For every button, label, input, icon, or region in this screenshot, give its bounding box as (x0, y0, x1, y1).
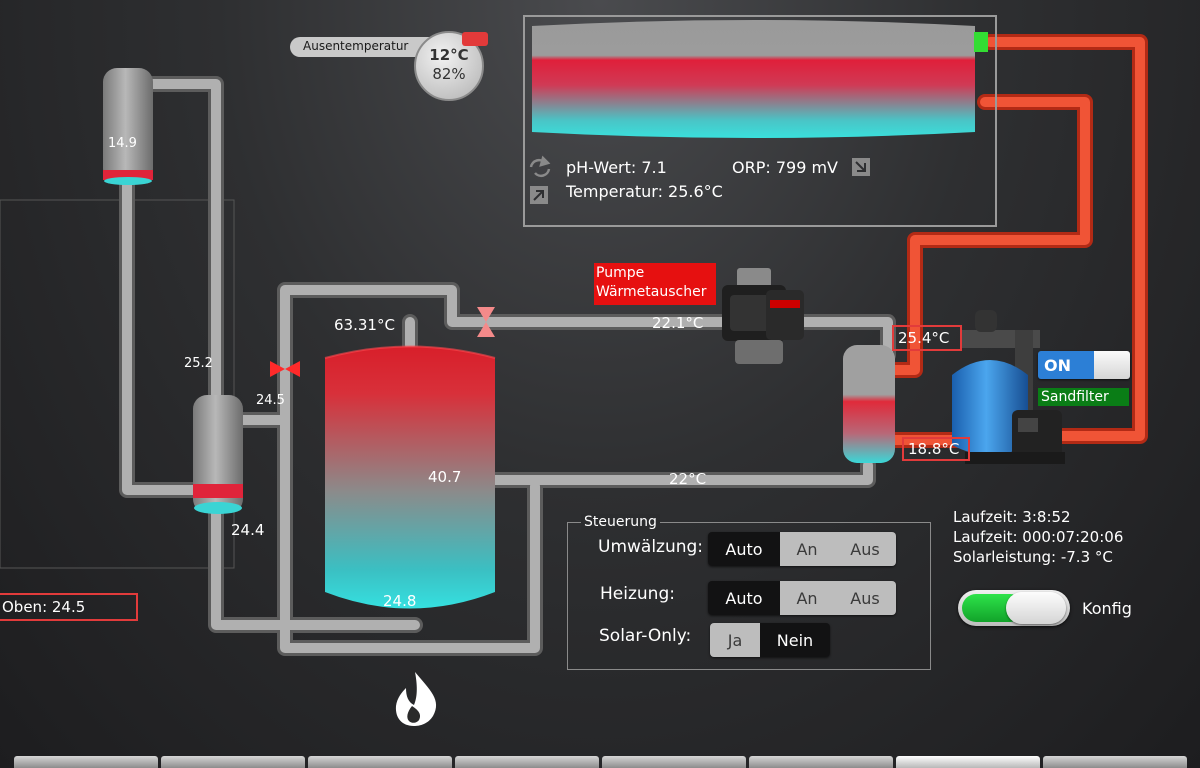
heizung-aus-button[interactable]: Aus (834, 581, 896, 615)
temp-hx-right-top: 25.4°C (892, 325, 962, 351)
tab-6[interactable] (749, 756, 893, 768)
temp-left-pipe: 25.2 (184, 356, 213, 371)
bottom-tab-bar (0, 756, 1200, 768)
heizung-label: Heizung: (600, 584, 675, 604)
sandfilter-label: Sandfilter (1038, 388, 1129, 406)
solar-power: Solarleistung: -7.3 °C (953, 548, 1113, 566)
pump-icon (722, 268, 804, 364)
temp-hx-right-bottom: 18.8°C (902, 437, 970, 461)
sandfilter-switch-knob (1094, 351, 1130, 379)
steuerung-title: Steuerung (581, 514, 660, 530)
umwaelzung-buttons: Auto An Aus (708, 532, 896, 566)
pool-ph: pH-Wert: 7.1 (566, 158, 667, 177)
konfig-label: Konfig (1082, 599, 1132, 618)
temp-pipe-top-right: 22.1°C (652, 314, 704, 332)
umwaelzung-an-button[interactable]: An (780, 532, 834, 566)
heizung-auto-button[interactable]: Auto (708, 581, 780, 615)
pump-label-line2: Wärmetauscher (596, 284, 707, 300)
left-exchanger (193, 395, 243, 514)
sandfilter-switch-on-label: ON (1038, 351, 1094, 379)
pool-temperature: Temperatur: 25.6°C (566, 182, 723, 201)
runtime-line2: Laufzeit: 000:07:20:06 (953, 528, 1124, 546)
tab-1[interactable] (14, 756, 158, 768)
solar-only-nein-button[interactable]: Nein (760, 623, 830, 657)
tab-8[interactable] (1043, 756, 1187, 768)
collector-vessel (103, 68, 153, 185)
sandfilter-switch[interactable]: ON (1038, 351, 1130, 379)
temp-oben: Oben: 24.5 (0, 593, 138, 621)
temp-collector-top: 14.9 (108, 136, 137, 151)
heizung-buttons: Auto An Aus (708, 581, 896, 615)
tab-5[interactable] (602, 756, 746, 768)
outside-temp-label: Ausentemperatur (303, 39, 409, 53)
solar-only-ja-button[interactable]: Ja (710, 623, 760, 657)
konfig-toggle-knob (1006, 592, 1066, 624)
heizung-an-button[interactable]: An (780, 581, 834, 615)
tab-2[interactable] (161, 756, 305, 768)
temp-tank-mid: 40.7 (428, 468, 462, 486)
tab-7[interactable] (896, 756, 1040, 768)
right-exchanger (843, 345, 895, 463)
frame-outline (0, 199, 235, 569)
outside-temp-value: 12°C (429, 46, 469, 64)
collapse-icon (852, 158, 870, 176)
runtime-line1: Laufzeit: 3:8:52 (953, 508, 1071, 526)
pump-label[interactable]: Pumpe Wärmetauscher (594, 263, 716, 305)
expand-icon (530, 186, 548, 204)
temp-tank-bottom: 24.8 (383, 592, 417, 610)
pool-orp: ORP: 799 mV (732, 158, 838, 177)
umwaelzung-auto-button[interactable]: Auto (708, 532, 780, 566)
outside-humidity-value: 82% (432, 65, 466, 83)
pump-label-line1: Pumpe (596, 265, 645, 281)
tab-4[interactable] (455, 756, 599, 768)
temp-valve-left: 24.5 (256, 393, 285, 408)
solar-only-buttons: Ja Nein (710, 623, 830, 657)
umwaelzung-aus-button[interactable]: Aus (834, 532, 896, 566)
temp-tank-top-out: 63.31°C (334, 316, 395, 334)
umwaelzung-label: Umwälzung: (598, 537, 704, 557)
temp-pipe-bottom-right: 22°C (669, 470, 707, 488)
cycle-icon (529, 155, 551, 178)
buffer-tank (324, 345, 496, 609)
tab-3[interactable] (308, 756, 452, 768)
flame-icon (395, 672, 437, 726)
solar-only-label: Solar-Only: (599, 626, 692, 646)
konfig-toggle[interactable] (958, 590, 1070, 626)
temp-exchanger-left-bottom: 24.4 (231, 521, 265, 539)
